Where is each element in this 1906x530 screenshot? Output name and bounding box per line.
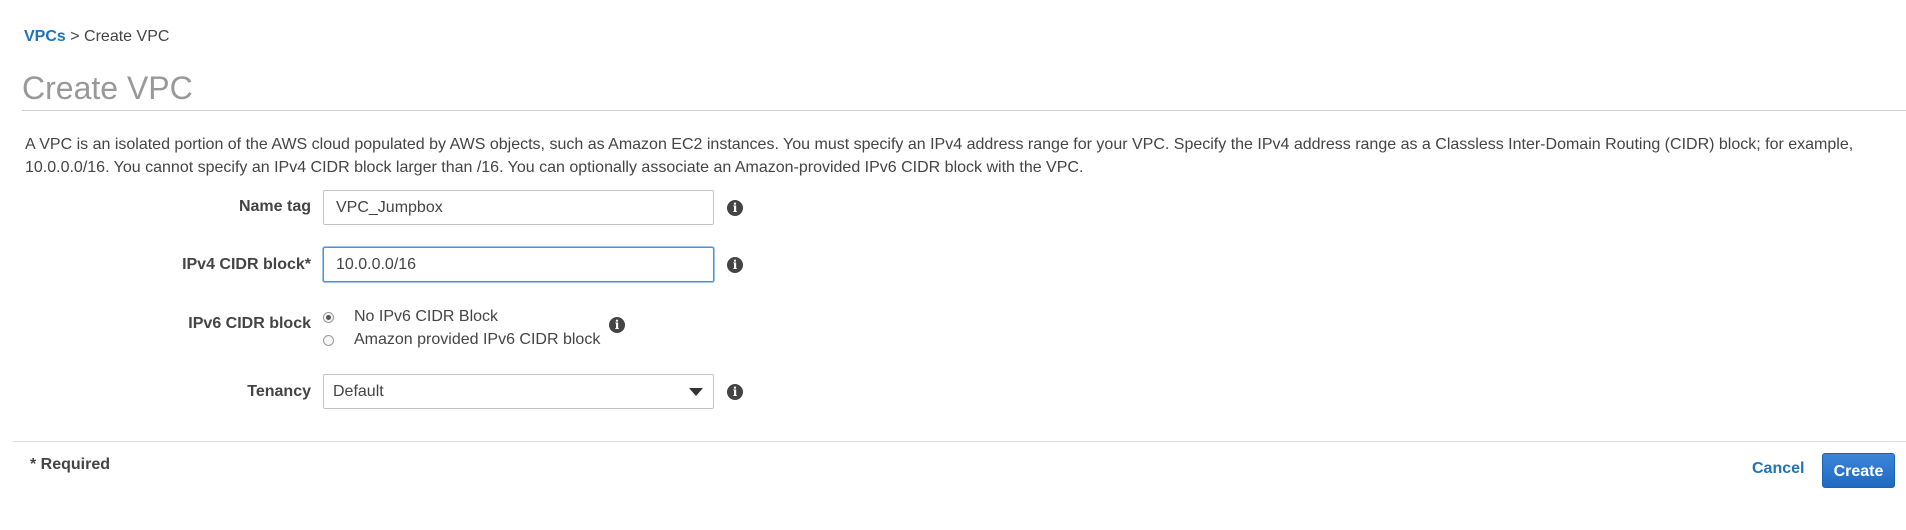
- breadcrumb-link-vpcs[interactable]: VPCs: [24, 28, 66, 45]
- breadcrumb: VPCs > Create VPC: [24, 27, 169, 47]
- radio-button-unchecked[interactable]: [323, 335, 334, 346]
- create-button[interactable]: Create: [1822, 453, 1895, 488]
- tenancy-select[interactable]: Default: [323, 374, 714, 409]
- breadcrumb-current: Create VPC: [84, 28, 170, 45]
- title-divider: [22, 110, 1906, 111]
- required-note: * Required: [30, 456, 111, 473]
- name-tag-label: Name tag: [238, 198, 311, 215]
- ipv4-cidr-label: IPv4 CIDR block*: [182, 256, 311, 273]
- cancel-button[interactable]: Cancel: [1752, 460, 1804, 478]
- radio-amazon-ipv6-label: Amazon provided IPv6 CIDR block: [354, 331, 601, 348]
- chevron-down-icon: [689, 388, 703, 396]
- tenancy-label: Tenancy: [247, 383, 311, 400]
- ipv6-cidr-label: IPv6 CIDR block: [188, 315, 311, 332]
- tenancy-info-icon[interactable]: i: [727, 384, 743, 400]
- footer-divider: [13, 441, 1906, 442]
- ipv6-cidr-info-icon[interactable]: i: [609, 317, 625, 333]
- name-tag-input[interactable]: [323, 190, 714, 225]
- tenancy-selected-value: Default: [333, 383, 384, 400]
- name-tag-info-icon[interactable]: i: [727, 200, 743, 216]
- ipv4-cidr-input[interactable]: [323, 247, 714, 282]
- page-title: Create VPC: [22, 70, 193, 106]
- radio-no-ipv6-label: No IPv6 CIDR Block: [354, 308, 499, 325]
- page-description: A VPC is an isolated portion of the AWS …: [25, 136, 1854, 176]
- breadcrumb-separator: >: [70, 28, 80, 45]
- radio-button-checked[interactable]: [323, 312, 334, 323]
- ipv4-cidr-info-icon[interactable]: i: [727, 257, 743, 273]
